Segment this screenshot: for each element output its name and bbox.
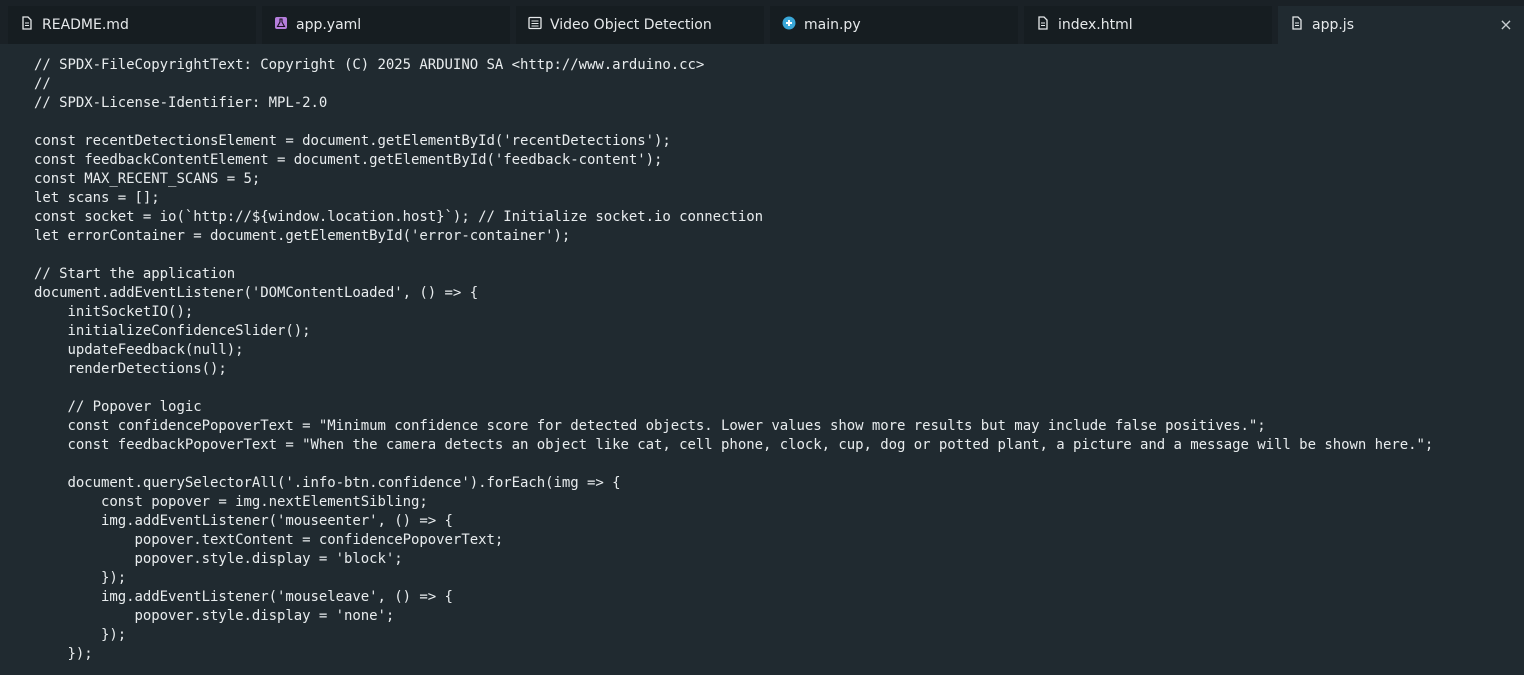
code-line[interactable]: }); [34,569,1524,588]
code-line[interactable]: const socket = io(`http://${window.locat… [34,208,1524,227]
code-line[interactable]: const popover = img.nextElementSibling; [34,493,1524,512]
code-line[interactable]: // SPDX-FileCopyrightText: Copyright (C)… [34,56,1524,75]
tab-label: Video Object Detection [550,17,712,33]
code-line[interactable]: updateFeedback(null); [34,341,1524,360]
tab-readme[interactable]: README.md [8,6,256,44]
code-line[interactable]: const MAX_RECENT_SCANS = 5; [34,170,1524,189]
code-line[interactable]: initializeConfidenceSlider(); [34,322,1524,341]
code-line[interactable]: initSocketIO(); [34,303,1524,322]
code-line[interactable]: }); [34,645,1524,664]
code-line[interactable]: document.querySelectorAll('.info-btn.con… [34,474,1524,493]
code-line[interactable]: // [34,75,1524,94]
code-line[interactable]: renderDetections(); [34,360,1524,379]
close-icon[interactable]: × [1498,17,1514,33]
tab-bar: README.md app.yaml Video Object Detectio… [0,0,1524,44]
code-line[interactable]: popover.style.display = 'block'; [34,550,1524,569]
code-line[interactable]: document.addEventListener('DOMContentLoa… [34,284,1524,303]
code-line[interactable] [34,455,1524,474]
code-line[interactable]: popover.textContent = confidencePopoverT… [34,531,1524,550]
code-line[interactable]: // Start the application [34,265,1524,284]
tab-index-html[interactable]: index.html [1024,6,1272,44]
tab-label: app.js [1312,17,1354,33]
code-line[interactable]: let scans = []; [34,189,1524,208]
tab-label: README.md [42,17,129,33]
code-line[interactable] [34,246,1524,265]
code-line[interactable] [34,113,1524,132]
code-content[interactable]: // SPDX-FileCopyrightText: Copyright (C)… [34,56,1524,664]
code-line[interactable]: const recentDetectionsElement = document… [34,132,1524,151]
code-line[interactable]: popover.style.display = 'none'; [34,607,1524,626]
code-line[interactable]: const feedbackContentElement = document.… [34,151,1524,170]
code-line[interactable]: // Popover logic [34,398,1524,417]
code-line[interactable]: const confidencePopoverText = "Minimum c… [34,417,1524,436]
code-line[interactable]: // SPDX-License-Identifier: MPL-2.0 [34,94,1524,113]
code-line[interactable]: img.addEventListener('mouseleave', () =>… [34,588,1524,607]
code-editor[interactable]: // SPDX-FileCopyrightText: Copyright (C)… [0,44,1524,675]
tab-label: app.yaml [296,17,362,33]
tab-label: index.html [1058,17,1133,33]
file-icon [1036,16,1050,30]
code-line[interactable]: img.addEventListener('mouseenter', () =>… [34,512,1524,531]
tab-app-yaml[interactable]: app.yaml [262,6,510,44]
file-icon [1290,16,1304,30]
code-line[interactable] [34,379,1524,398]
tab-label: main.py [804,17,861,33]
code-line[interactable]: }); [34,626,1524,645]
code-line[interactable]: let errorContainer = document.getElement… [34,227,1524,246]
tab-video-object-detection[interactable]: Video Object Detection [516,6,764,44]
code-line[interactable]: const feedbackPopoverText = "When the ca… [34,436,1524,455]
file-icon [20,16,34,30]
flask-icon [274,16,288,30]
python-icon [782,16,796,30]
list-icon [528,16,542,30]
tab-app-js[interactable]: app.js × [1278,6,1524,44]
tab-main-py[interactable]: main.py [770,6,1018,44]
